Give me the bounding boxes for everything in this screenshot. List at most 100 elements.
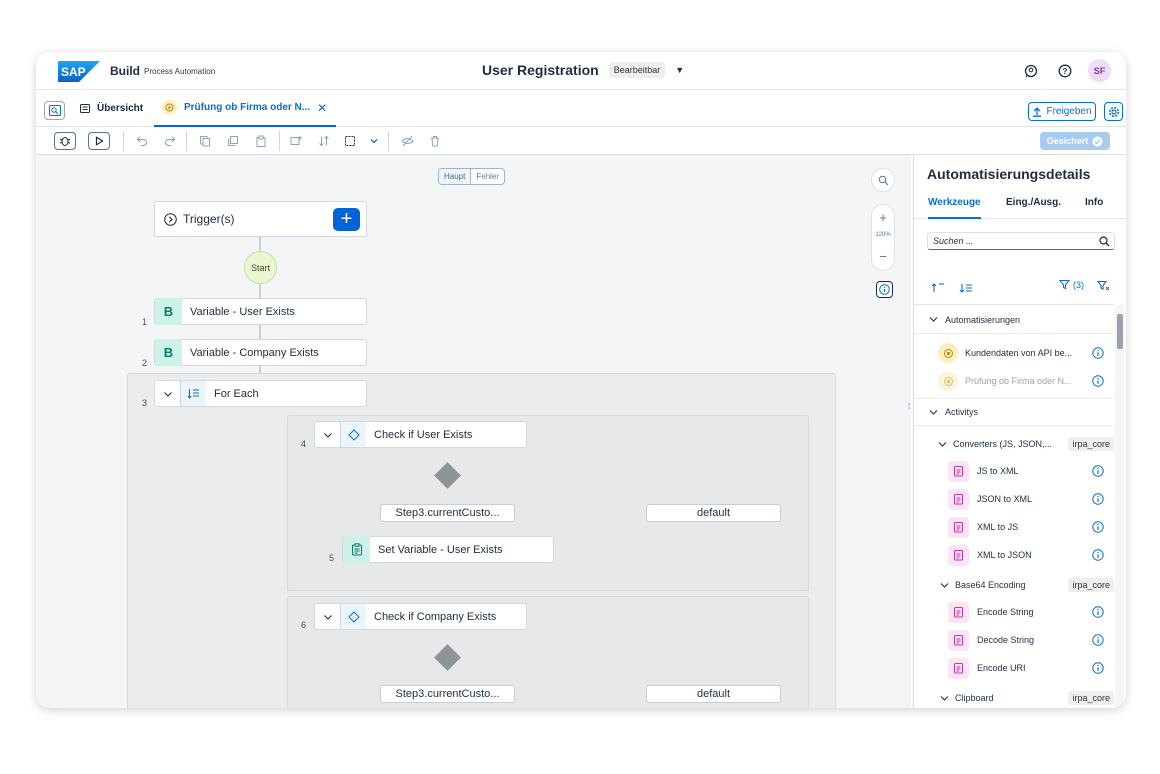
panel-title: Automatisierungsdetails bbox=[927, 166, 1091, 182]
search-input[interactable]: Suchen ... bbox=[927, 232, 1115, 250]
info-icon[interactable] bbox=[1092, 662, 1104, 674]
feedback-icon[interactable] bbox=[1023, 63, 1039, 79]
sap-logo[interactable]: SAP bbox=[58, 61, 100, 82]
sort-asc-icon[interactable] bbox=[931, 280, 945, 298]
list-item[interactable]: Encode URI bbox=[948, 657, 1114, 679]
clear-filter-icon[interactable] bbox=[1096, 279, 1110, 297]
automation-icon bbox=[938, 343, 958, 363]
condition-icon bbox=[341, 604, 366, 629]
divider bbox=[914, 304, 1114, 305]
tab-bar: Übersicht Prüfung ob Firma oder N... ✕ F… bbox=[36, 90, 1126, 127]
list-item[interactable]: Encode String bbox=[948, 601, 1114, 623]
group-clipboard[interactable]: Clipboard irpa_core bbox=[914, 690, 1114, 706]
step-label: Check if Company Exists bbox=[374, 610, 497, 623]
search-objects-button[interactable] bbox=[44, 101, 65, 120]
step-label: Set Variable - User Exists bbox=[378, 543, 503, 556]
tab-io[interactable]: Eing./Ausg. bbox=[1006, 197, 1061, 219]
step-variable-company-exists[interactable]: B Variable - Company Exists bbox=[154, 339, 367, 366]
step-check-user-exists[interactable]: Check if User Exists bbox=[314, 421, 527, 448]
info-icon[interactable] bbox=[1092, 347, 1104, 359]
step-variable-user-exists[interactable]: B Variable - User Exists bbox=[154, 298, 367, 325]
info-icon[interactable] bbox=[1092, 549, 1104, 561]
list-item[interactable]: XML to JSON bbox=[948, 544, 1114, 566]
close-icon[interactable]: ✕ bbox=[317, 101, 327, 115]
share-button-label: Freigeben bbox=[1046, 106, 1092, 117]
bug-icon bbox=[59, 137, 71, 146]
help-icon[interactable]: ? bbox=[1057, 63, 1073, 79]
branch-default[interactable]: default bbox=[646, 504, 781, 522]
app-subtitle: Process Automation bbox=[144, 67, 216, 76]
undo-icon[interactable] bbox=[134, 133, 150, 149]
step-check-company-exists[interactable]: Check if Company Exists bbox=[314, 603, 527, 630]
delete-icon[interactable] bbox=[427, 133, 443, 149]
saved-status-button[interactable]: Gesichert bbox=[1040, 132, 1110, 150]
info-icon[interactable] bbox=[1092, 521, 1104, 533]
paste-icon[interactable] bbox=[253, 133, 269, 149]
list-item[interactable]: JS to XML bbox=[948, 460, 1114, 482]
toolbar-separator bbox=[388, 131, 389, 151]
tab-tools[interactable]: Werkzeuge bbox=[928, 197, 981, 219]
chevron-down-icon[interactable] bbox=[315, 422, 341, 447]
panel-scrollbar[interactable] bbox=[1115, 305, 1124, 708]
page-title: User Registration bbox=[482, 62, 599, 78]
tab-info[interactable]: Info bbox=[1085, 197, 1103, 219]
list-item[interactable]: Kundendaten von API be... bbox=[938, 342, 1114, 364]
variable-icon: B bbox=[155, 339, 182, 366]
list-item[interactable]: XML to JS bbox=[948, 516, 1114, 538]
avatar[interactable]: SF bbox=[1088, 59, 1111, 82]
status-badge: Bearbeitbar bbox=[608, 62, 666, 78]
select-icon[interactable] bbox=[342, 133, 358, 149]
step-number: 6 bbox=[301, 620, 307, 630]
loop-icon bbox=[181, 381, 206, 406]
add-trigger-button[interactable]: + bbox=[333, 208, 360, 231]
chevron-down-icon[interactable] bbox=[315, 604, 341, 629]
tab-automation[interactable]: Prüfung ob Firma oder N... ✕ bbox=[154, 90, 336, 127]
info-icon[interactable] bbox=[1092, 634, 1104, 646]
info-icon[interactable] bbox=[1092, 465, 1104, 477]
chevron-down-icon[interactable] bbox=[366, 133, 382, 149]
automation-icon bbox=[938, 371, 958, 391]
list-item[interactable]: JSON to XML bbox=[948, 488, 1114, 510]
run-button[interactable] bbox=[88, 132, 110, 150]
info-icon[interactable] bbox=[1092, 493, 1104, 505]
item-label: Prüfung ob Firma oder N... bbox=[965, 376, 1072, 386]
toolbar-separator bbox=[123, 131, 124, 151]
sort-list-icon[interactable] bbox=[959, 280, 973, 298]
share-button[interactable]: Freigeben bbox=[1028, 102, 1096, 121]
branch-condition[interactable]: Step3.currentCusto... bbox=[380, 504, 515, 522]
debug-button[interactable] bbox=[54, 132, 76, 150]
search-icon[interactable] bbox=[1099, 236, 1110, 247]
section-automations[interactable]: Automatisierungen bbox=[914, 306, 1114, 334]
group-converters[interactable]: Converters (JS, JSON,... irpa_core bbox=[914, 436, 1114, 452]
add-step-icon[interactable] bbox=[288, 133, 304, 149]
hide-icon[interactable] bbox=[399, 133, 415, 149]
branch-condition[interactable]: Step3.currentCusto... bbox=[380, 685, 515, 703]
list-item[interactable]: Prüfung ob Firma oder N... bbox=[938, 370, 1114, 392]
step-for-each[interactable]: For Each bbox=[154, 380, 367, 407]
duplicate-icon[interactable] bbox=[225, 133, 241, 149]
branch-default[interactable]: default bbox=[646, 685, 781, 703]
list-item[interactable]: Decode String bbox=[948, 629, 1114, 651]
redo-icon[interactable] bbox=[162, 133, 178, 149]
chevron-right-icon[interactable] bbox=[164, 212, 177, 226]
tab-overview[interactable]: Übersicht bbox=[80, 90, 143, 127]
chevron-down-icon[interactable] bbox=[155, 381, 181, 406]
section-activities[interactable]: Activitys bbox=[914, 398, 1114, 426]
group-label: Base64 Encoding bbox=[955, 580, 1026, 590]
trigger-node[interactable]: Trigger(s) + bbox=[154, 201, 367, 237]
group-base64[interactable]: Base64 Encoding irpa_core bbox=[914, 577, 1114, 593]
sort-icon[interactable] bbox=[316, 133, 332, 149]
copy-icon[interactable] bbox=[197, 133, 213, 149]
item-label: JSON to XML bbox=[977, 494, 1033, 504]
scrollbar-thumb[interactable] bbox=[1117, 314, 1123, 349]
info-icon[interactable] bbox=[1092, 606, 1104, 618]
info-icon[interactable] bbox=[1092, 375, 1104, 387]
filter-button[interactable]: (3) bbox=[1059, 279, 1084, 290]
item-label: XML to JSON bbox=[977, 550, 1032, 560]
settings-button[interactable] bbox=[1104, 102, 1123, 121]
saved-label: Gesichert bbox=[1046, 136, 1089, 146]
status-dropdown-icon[interactable]: ▼ bbox=[675, 65, 684, 75]
step-set-variable-user-exists[interactable]: Set Variable - User Exists bbox=[342, 536, 554, 563]
flow-canvas[interactable]: Haupt Fehler + 120% − Trigger(s) + Start… bbox=[36, 155, 911, 708]
chevron-down-icon bbox=[940, 695, 949, 701]
